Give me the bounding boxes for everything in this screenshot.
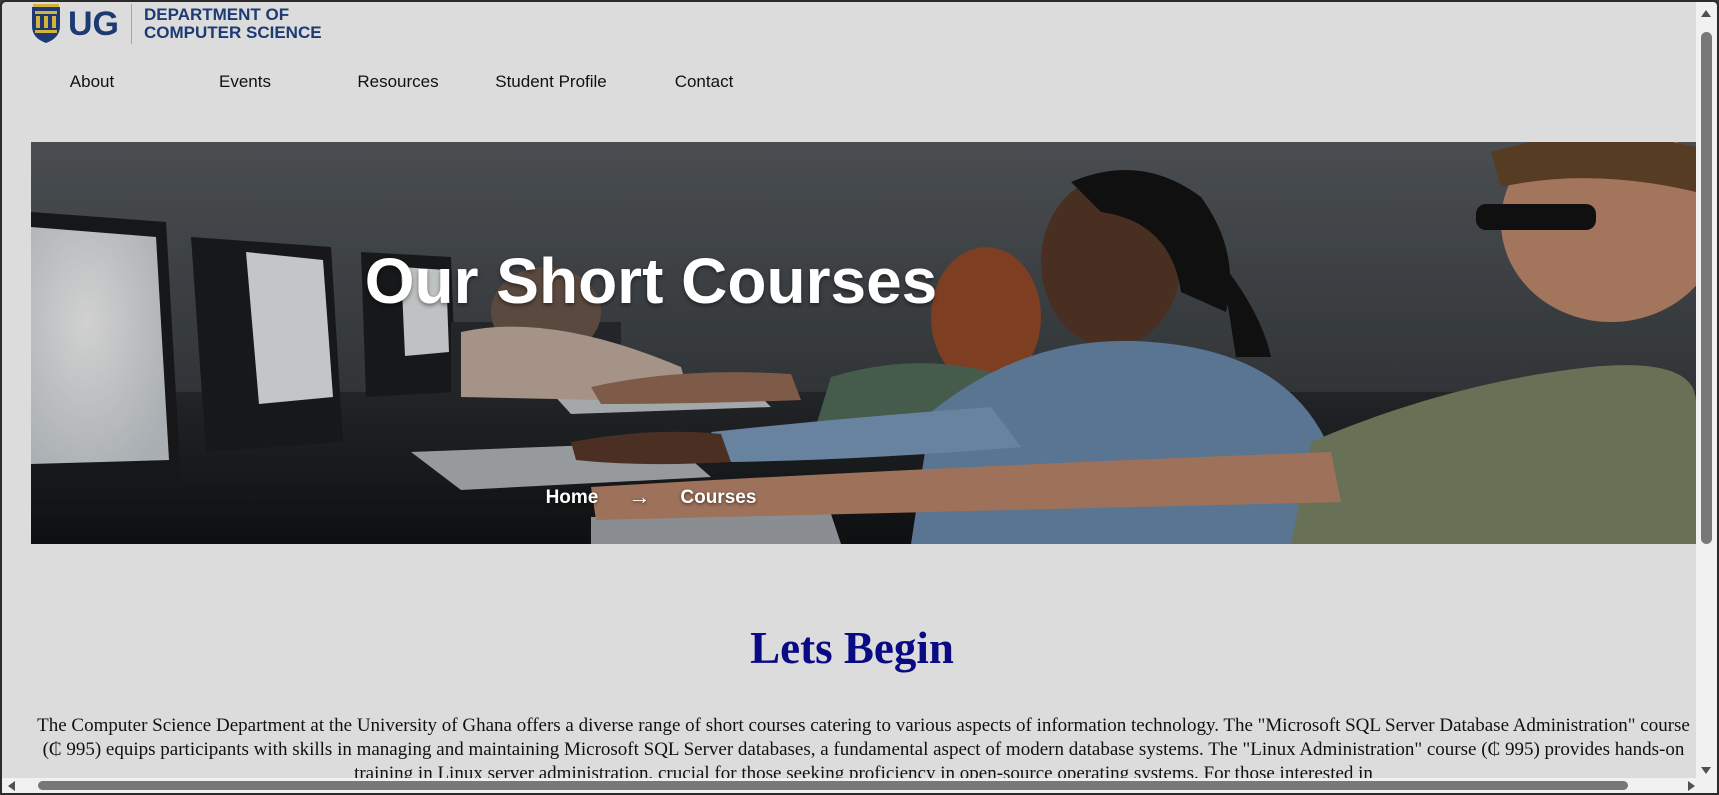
breadcrumb-home-link[interactable]: Home [546,487,599,509]
horizontal-scrollbar[interactable] [2,778,1717,793]
page-content: UG DEPARTMENT OF COMPUTER SCIENCE About … [8,2,1696,782]
hero-banner: Our Short Courses Home → Courses [31,142,1696,544]
nav-item-resources[interactable]: Resources [357,72,438,92]
main-nav: About Events Resources Student Profile C… [8,72,768,94]
scroll-left-icon[interactable] [8,781,15,791]
logo-divider [131,4,132,44]
logo-line-1: DEPARTMENT OF [144,5,290,24]
arrow-right-icon: → [628,484,651,509]
hero-photo [31,142,1696,544]
logo-line-2: COMPUTER SCIENCE [144,23,322,42]
logo-department-text: DEPARTMENT OF COMPUTER SCIENCE [144,6,322,42]
browser-window: UG DEPARTMENT OF COMPUTER SCIENCE About … [0,0,1719,795]
hero-title: Our Short Courses [364,245,938,317]
breadcrumb-current: Courses [680,487,757,508]
breadcrumb: Home → Courses [31,484,1271,509]
logo-ug-text: UG [68,5,119,43]
scroll-down-icon[interactable] [1701,767,1711,774]
university-crest-icon [32,4,60,43]
section-heading: Lets Begin [750,623,954,673]
nav-item-student-profile[interactable]: Student Profile [495,72,607,92]
site-logo[interactable]: UG DEPARTMENT OF COMPUTER SCIENCE [30,4,322,44]
scroll-up-icon[interactable] [1701,10,1711,17]
vertical-scroll-thumb[interactable] [1701,32,1712,544]
nav-item-events[interactable]: Events [219,72,271,92]
scroll-right-icon[interactable] [1688,781,1695,791]
nav-item-contact[interactable]: Contact [675,72,734,92]
nav-item-about[interactable]: About [70,72,114,92]
intro-paragraph: The Computer Science Department at the U… [37,715,1690,782]
horizontal-scroll-thumb[interactable] [38,781,1628,790]
vertical-scrollbar[interactable] [1696,2,1717,782]
